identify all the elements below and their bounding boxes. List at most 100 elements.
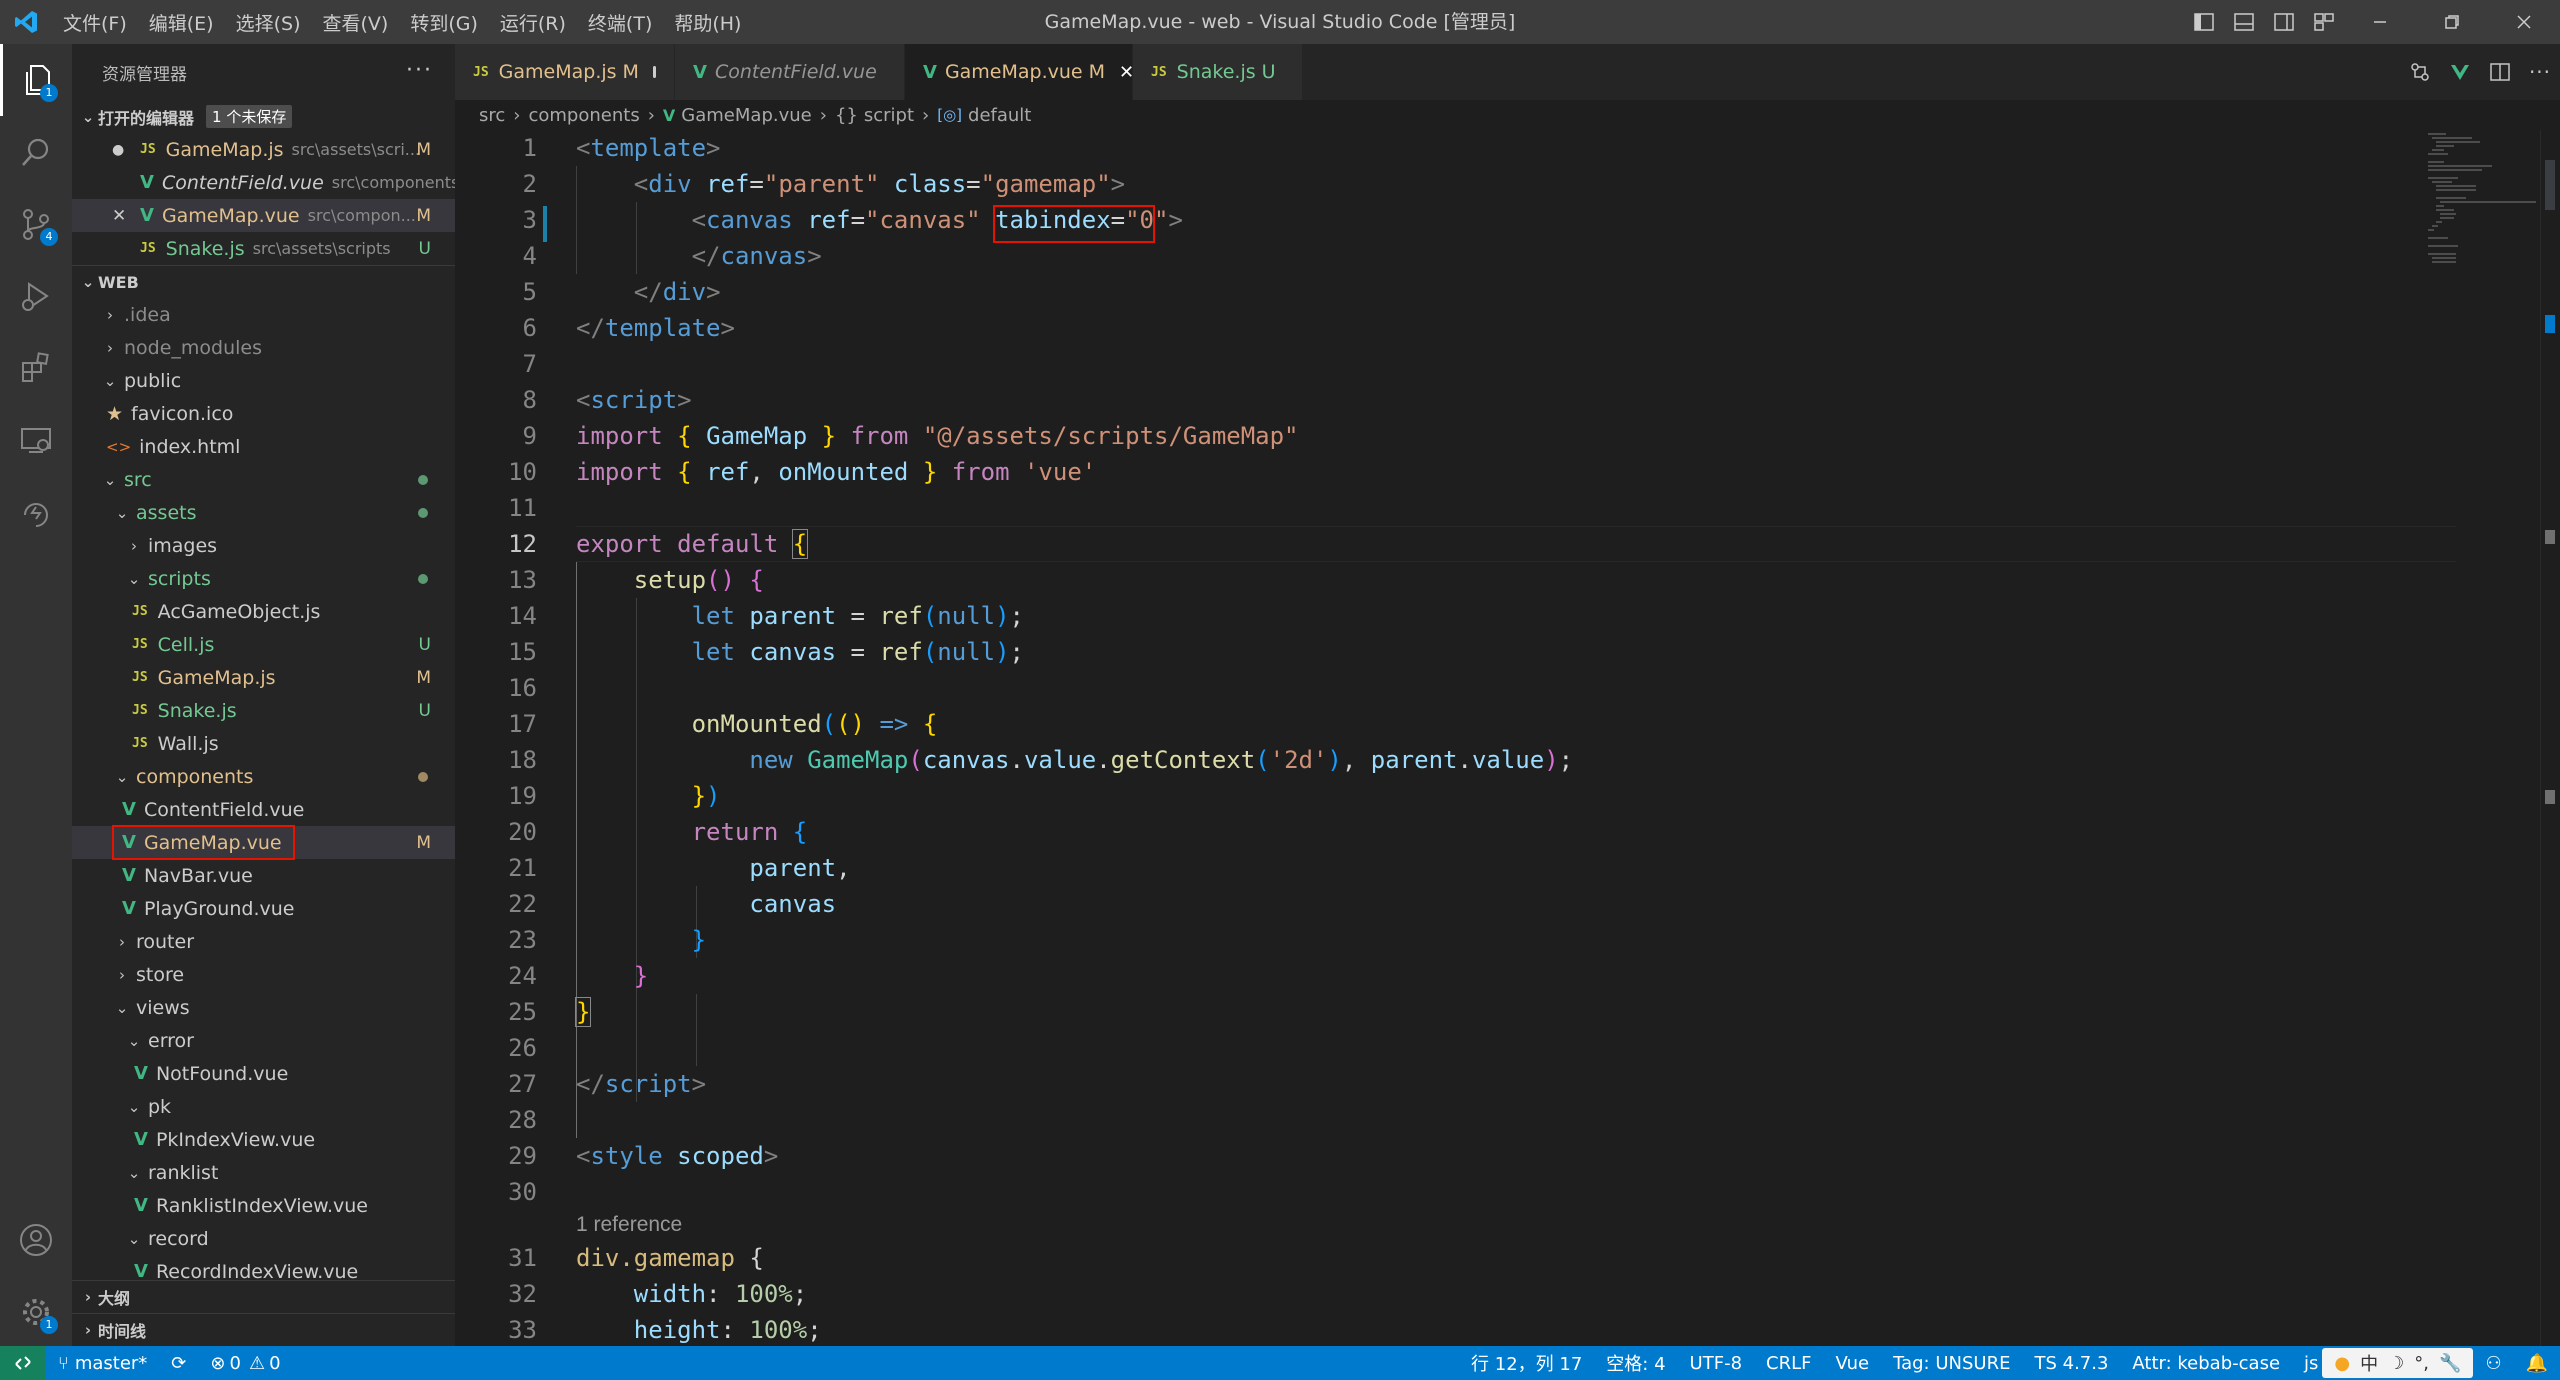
code-editor[interactable]: 1 2 3 4 5 6 7 8 9 10 11 12 13 14 15 16 1… bbox=[455, 130, 2560, 1346]
notifications-bell-icon[interactable]: 🔔 bbox=[2514, 1353, 2560, 1374]
manage-gear-icon[interactable]: 1 bbox=[0, 1276, 72, 1348]
cursor-position[interactable]: 行 12，列 17 bbox=[1459, 1350, 1594, 1376]
tree-label: public bbox=[124, 369, 182, 392]
tree-file-index-html[interactable]: <> index.html bbox=[72, 430, 455, 463]
tree-folder-store[interactable]: › store bbox=[72, 958, 455, 991]
restore-icon[interactable] bbox=[2416, 0, 2488, 44]
breadcrumb-script[interactable]: script bbox=[864, 105, 914, 126]
toggle-panel-icon[interactable] bbox=[2224, 0, 2264, 44]
tree-file-ranklistindex[interactable]: V RanklistIndexView.vue bbox=[72, 1189, 455, 1222]
search-icon[interactable] bbox=[0, 116, 72, 188]
remote-indicator-icon[interactable] bbox=[0, 1346, 46, 1380]
minimap[interactable] bbox=[2420, 130, 2540, 330]
close-window-icon[interactable] bbox=[2488, 0, 2560, 44]
tree-file-pkindex[interactable]: V PkIndexView.vue bbox=[72, 1123, 455, 1156]
account-icon[interactable] bbox=[0, 1204, 72, 1276]
breadcrumb-symbol[interactable]: default bbox=[968, 105, 1031, 126]
timeline-view-icon[interactable] bbox=[0, 476, 72, 548]
branch-indicator[interactable]: ⑂ master* bbox=[46, 1353, 159, 1374]
breadcrumb-src[interactable]: src bbox=[479, 105, 505, 126]
tag-casing[interactable]: Tag: UNSURE bbox=[1881, 1353, 2022, 1374]
breadcrumb-components[interactable]: components bbox=[528, 105, 639, 126]
source-control-icon[interactable]: 4 bbox=[0, 188, 72, 260]
toggle-sidebar-icon[interactable] bbox=[2184, 0, 2224, 44]
split-editor-icon[interactable] bbox=[2480, 44, 2520, 100]
open-editor-gamemap-vue[interactable]: ✕ V GameMap.vue src\compon... M bbox=[72, 199, 455, 232]
outline-section[interactable]: › 大纲 bbox=[72, 1280, 455, 1313]
explorer-more-icon[interactable]: ··· bbox=[406, 58, 433, 83]
close-editor-icon[interactable]: ✕ bbox=[112, 206, 140, 226]
tree-folder-views[interactable]: ⌄ views bbox=[72, 991, 455, 1024]
customize-layout-icon[interactable] bbox=[2304, 0, 2344, 44]
explorer-icon[interactable]: 1 bbox=[0, 44, 72, 116]
sync-icon[interactable]: ⟳ bbox=[159, 1353, 198, 1374]
tree-folder-public[interactable]: ⌄ public bbox=[72, 364, 455, 397]
indentation[interactable]: 空格: 4 bbox=[1594, 1350, 1677, 1376]
tab-gamemap-vue[interactable]: V GameMap.vue M ✕ bbox=[905, 44, 1134, 100]
chevron-down-icon: ⌄ bbox=[127, 1229, 141, 1248]
ime-toolbar[interactable]: ● 中 ☽ °, 🔧 bbox=[2322, 1348, 2474, 1378]
scrollbar-thumb[interactable] bbox=[2545, 160, 2555, 210]
unsaved-dot-icon[interactable] bbox=[652, 66, 656, 78]
encoding[interactable]: UTF-8 bbox=[1678, 1353, 1754, 1374]
tree-file-navbar[interactable]: V NavBar.vue bbox=[72, 859, 455, 892]
codelens-references[interactable]: 1 reference bbox=[576, 1210, 682, 1240]
open-editor-contentfield-vue[interactable]: V ContentField.vue src\components bbox=[72, 166, 455, 199]
js-indicator[interactable]: js bbox=[2292, 1353, 2322, 1374]
tree-file-cell[interactable]: JS Cell.js U bbox=[72, 628, 455, 661]
tree-folder-components[interactable]: ⌄ components bbox=[72, 760, 455, 793]
tree-folder-idea[interactable]: › .idea bbox=[72, 298, 455, 331]
tree-file-contentfield[interactable]: V ContentField.vue bbox=[72, 793, 455, 826]
line-ending[interactable]: CRLF bbox=[1754, 1353, 1823, 1374]
open-changes-icon[interactable] bbox=[2400, 44, 2440, 100]
problems-indicator[interactable]: ⊗ 0 ⚠ 0 bbox=[198, 1353, 292, 1374]
tree-file-gamemap-js[interactable]: JS GameMap.js M bbox=[72, 661, 455, 694]
tree-file-wall[interactable]: JS Wall.js bbox=[72, 727, 455, 760]
tree-file-notfound[interactable]: V NotFound.vue bbox=[72, 1057, 455, 1090]
tree-folder-src[interactable]: ⌄ src bbox=[72, 463, 455, 496]
tree-folder-ranklist[interactable]: ⌄ ranklist bbox=[72, 1156, 455, 1189]
open-editor-snake-js[interactable]: JS Snake.js src\assets\scripts U bbox=[72, 232, 455, 265]
tree-folder-router[interactable]: › router bbox=[72, 925, 455, 958]
tab-snake-js[interactable]: JS Snake.js U bbox=[1133, 44, 1303, 100]
feedback-icon[interactable]: ⚇ bbox=[2473, 1353, 2513, 1374]
tree-folder-error[interactable]: ⌄ error bbox=[72, 1024, 455, 1057]
vertical-scrollbar[interactable] bbox=[2540, 130, 2560, 1346]
menu-edit[interactable]: 编辑(E) bbox=[138, 9, 225, 36]
menu-terminal[interactable]: 终端(T) bbox=[577, 9, 663, 36]
open-editors-section[interactable]: ⌄ 打开的编辑器 1 个未保存 bbox=[72, 100, 455, 133]
workspace-section[interactable]: ⌄ WEB bbox=[72, 265, 455, 298]
tab-gamemap-js[interactable]: JS GameMap.js M bbox=[455, 44, 675, 100]
tree-file-playground[interactable]: V PlayGround.vue bbox=[72, 892, 455, 925]
timeline-section[interactable]: › 时间线 bbox=[72, 1313, 455, 1346]
toggle-secondary-sidebar-icon[interactable] bbox=[2264, 0, 2304, 44]
tree-folder-assets[interactable]: ⌄ assets bbox=[72, 496, 455, 529]
tree-folder-images[interactable]: › images bbox=[72, 529, 455, 562]
vue-preview-icon[interactable] bbox=[2440, 44, 2480, 100]
run-debug-icon[interactable] bbox=[0, 260, 72, 332]
menu-help[interactable]: 帮助(H) bbox=[663, 9, 752, 36]
menu-run[interactable]: 运行(R) bbox=[489, 9, 577, 36]
menu-selection[interactable]: 选择(S) bbox=[225, 9, 312, 36]
tree-folder-node-modules[interactable]: › node_modules bbox=[72, 331, 455, 364]
ts-version[interactable]: TS 4.7.3 bbox=[2022, 1353, 2120, 1374]
extensions-icon[interactable] bbox=[0, 332, 72, 404]
tree-file-favicon[interactable]: ★ favicon.ico bbox=[72, 397, 455, 430]
more-actions-icon[interactable]: ··· bbox=[2520, 44, 2560, 100]
tree-file-acgameobject[interactable]: JS AcGameObject.js bbox=[72, 595, 455, 628]
language-mode[interactable]: Vue bbox=[1824, 1353, 1882, 1374]
tree-folder-record[interactable]: ⌄ record bbox=[72, 1222, 455, 1255]
menu-go[interactable]: 转到(G) bbox=[399, 9, 489, 36]
close-tab-icon[interactable]: ✕ bbox=[1119, 62, 1134, 83]
menu-file[interactable]: 文件(F) bbox=[52, 9, 138, 36]
tab-contentfield-vue[interactable]: V ContentField.vue bbox=[675, 44, 905, 100]
remote-explorer-icon[interactable] bbox=[0, 404, 72, 476]
minimize-icon[interactable] bbox=[2344, 0, 2416, 44]
tree-folder-scripts[interactable]: ⌄ scripts bbox=[72, 562, 455, 595]
open-editor-gamemap-js[interactable]: ● JS GameMap.js src\assets\scri... M bbox=[72, 133, 455, 166]
breadcrumb-file[interactable]: GameMap.vue bbox=[681, 105, 811, 126]
tree-folder-pk[interactable]: ⌄ pk bbox=[72, 1090, 455, 1123]
tree-file-snake[interactable]: JS Snake.js U bbox=[72, 694, 455, 727]
menu-view[interactable]: 查看(V) bbox=[312, 9, 400, 36]
attr-casing[interactable]: Attr: kebab-case bbox=[2120, 1353, 2292, 1374]
